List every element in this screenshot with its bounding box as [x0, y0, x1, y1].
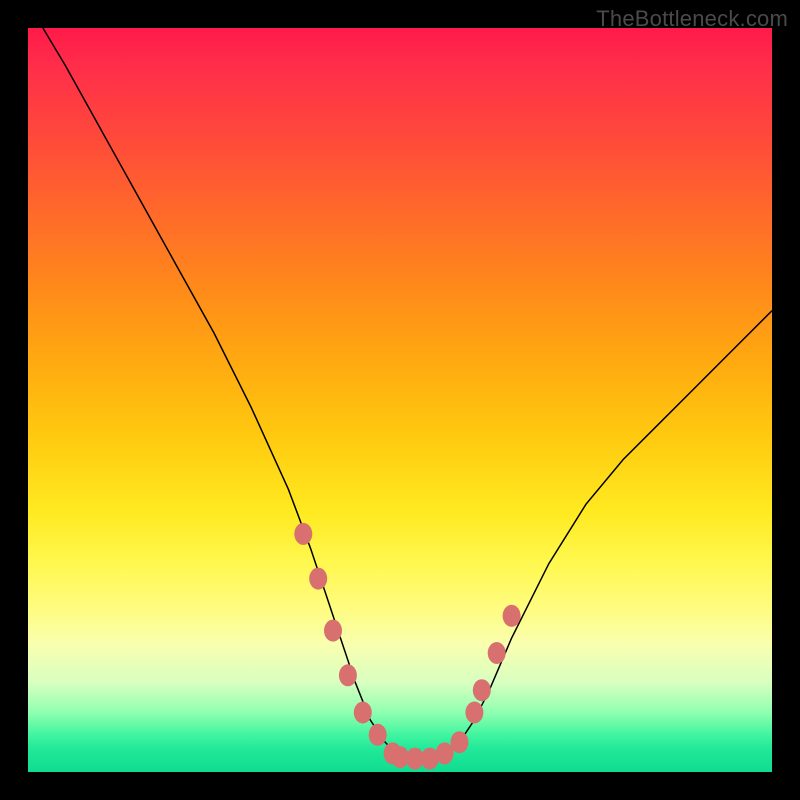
highlight-marker	[488, 642, 506, 664]
highlight-marker	[294, 523, 312, 545]
highlight-marker	[473, 679, 491, 701]
highlight-marker	[309, 568, 327, 590]
highlight-markers	[294, 523, 520, 770]
chart-plot-area	[28, 28, 772, 772]
highlight-marker	[339, 664, 357, 686]
watermark-text: TheBottleneck.com	[596, 6, 788, 32]
highlight-marker	[451, 731, 469, 753]
highlight-marker	[354, 702, 372, 724]
highlight-marker	[503, 605, 521, 627]
highlight-marker	[324, 620, 342, 642]
highlight-marker	[465, 702, 483, 724]
chart-svg	[28, 28, 772, 772]
highlight-marker	[436, 742, 454, 764]
highlight-marker	[369, 724, 387, 746]
bottleneck-curve	[43, 28, 772, 761]
